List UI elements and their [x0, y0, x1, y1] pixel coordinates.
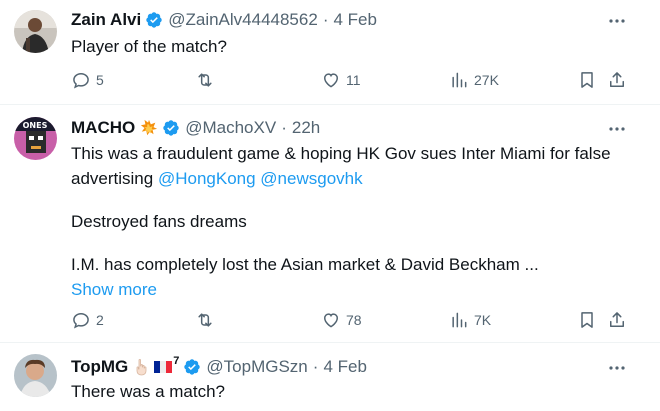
like-button[interactable]: 78 — [321, 309, 362, 331]
share-button[interactable] — [607, 309, 627, 331]
views-icon — [452, 72, 467, 88]
avatar[interactable]: ONES — [14, 117, 57, 160]
handle[interactable]: @ZainAlv44448562 — [168, 10, 318, 30]
tweet-zain-alvi[interactable]: Zain Alvi @ZainAlv44448562 · 4 Feb Playe… — [0, 0, 660, 104]
handle[interactable]: @MachoXV — [185, 118, 276, 138]
repost-button[interactable] — [195, 69, 215, 91]
bookmark-icon — [581, 72, 593, 88]
more-icon[interactable] — [606, 10, 628, 32]
timestamp[interactable]: 4 Feb — [333, 10, 376, 30]
view-count: 7K — [474, 312, 492, 328]
display-name[interactable]: Zain Alvi — [71, 10, 141, 30]
like-count: 11 — [346, 72, 361, 88]
avatar[interactable] — [14, 354, 57, 397]
like-count: 78 — [346, 312, 362, 328]
repost-button[interactable] — [195, 309, 215, 331]
share-icon — [610, 312, 624, 327]
like-icon — [323, 313, 339, 328]
views-button[interactable]: 27K — [449, 69, 499, 91]
tweet-text-line: Destroyed fans dreams — [71, 212, 247, 231]
separator-dot: · — [322, 10, 329, 29]
repost-icon — [198, 73, 212, 87]
reply-count: 2 — [96, 312, 104, 328]
mention-link[interactable]: @newsgovhk — [260, 169, 362, 188]
views-icon — [452, 312, 467, 328]
reply-button[interactable]: 2 — [71, 309, 104, 331]
views-button[interactable]: 7K — [449, 309, 491, 331]
tweet-text: This was a fraudulent game & hoping HK G… — [71, 141, 631, 302]
repost-icon — [198, 313, 212, 327]
tweet-text-fragment: advertising — [71, 169, 154, 188]
reply-button[interactable]: 5 — [71, 69, 104, 91]
tweet-topmg[interactable]: TopMG 7 @TopMGSzn · 4 Feb There was a ma… — [0, 342, 660, 411]
tweet-text-line: advertising @HongKong @newsgovhk — [71, 166, 631, 191]
like-button[interactable]: 11 — [321, 69, 361, 91]
timestamp[interactable]: 22h — [292, 118, 320, 138]
avatar[interactable] — [14, 10, 57, 53]
share-icon — [610, 72, 624, 87]
tweet-text-line: I.M. has completely lost the Asian marke… — [71, 255, 539, 274]
display-name[interactable]: TopMG — [71, 357, 128, 377]
france-flag-icon — [154, 361, 173, 373]
more-icon[interactable] — [606, 357, 628, 379]
bookmark-button[interactable] — [577, 69, 597, 91]
reply-icon — [73, 312, 89, 329]
timestamp[interactable]: 4 Feb — [323, 357, 366, 377]
separator-dot: · — [281, 118, 287, 137]
reply-count: 5 — [96, 72, 104, 88]
tweet-macho[interactable]: ONES MACHO @MachoXV · 22h This was a fra… — [0, 104, 660, 342]
share-button[interactable] — [607, 69, 627, 91]
like-icon — [323, 73, 339, 88]
mention-link[interactable]: @HongKong — [158, 169, 256, 188]
svg-text:ONES: ONES — [23, 121, 48, 130]
display-name[interactable]: MACHO — [71, 118, 135, 138]
verified-badge-icon — [184, 359, 201, 375]
reply-icon — [73, 72, 89, 89]
verified-badge-icon — [163, 120, 179, 136]
view-count: 27K — [474, 72, 499, 88]
show-more-link[interactable]: Show more — [71, 277, 631, 302]
collision-emoji-icon — [141, 119, 158, 136]
flag-superscript: 7 — [173, 355, 180, 367]
separator-dot: · — [312, 357, 319, 376]
handle[interactable]: @TopMGSzn — [206, 357, 307, 377]
more-icon[interactable] — [606, 118, 628, 140]
tweet-text: There was a match? — [71, 382, 226, 401]
hand-emoji-icon — [136, 359, 147, 376]
bookmark-button[interactable] — [577, 309, 597, 331]
verified-badge-icon — [146, 12, 162, 28]
tweet-text: Player of the match? — [71, 37, 227, 56]
bookmark-icon — [581, 312, 593, 328]
tweet-text-line: This was a fraudulent game & hoping HK G… — [71, 144, 611, 163]
